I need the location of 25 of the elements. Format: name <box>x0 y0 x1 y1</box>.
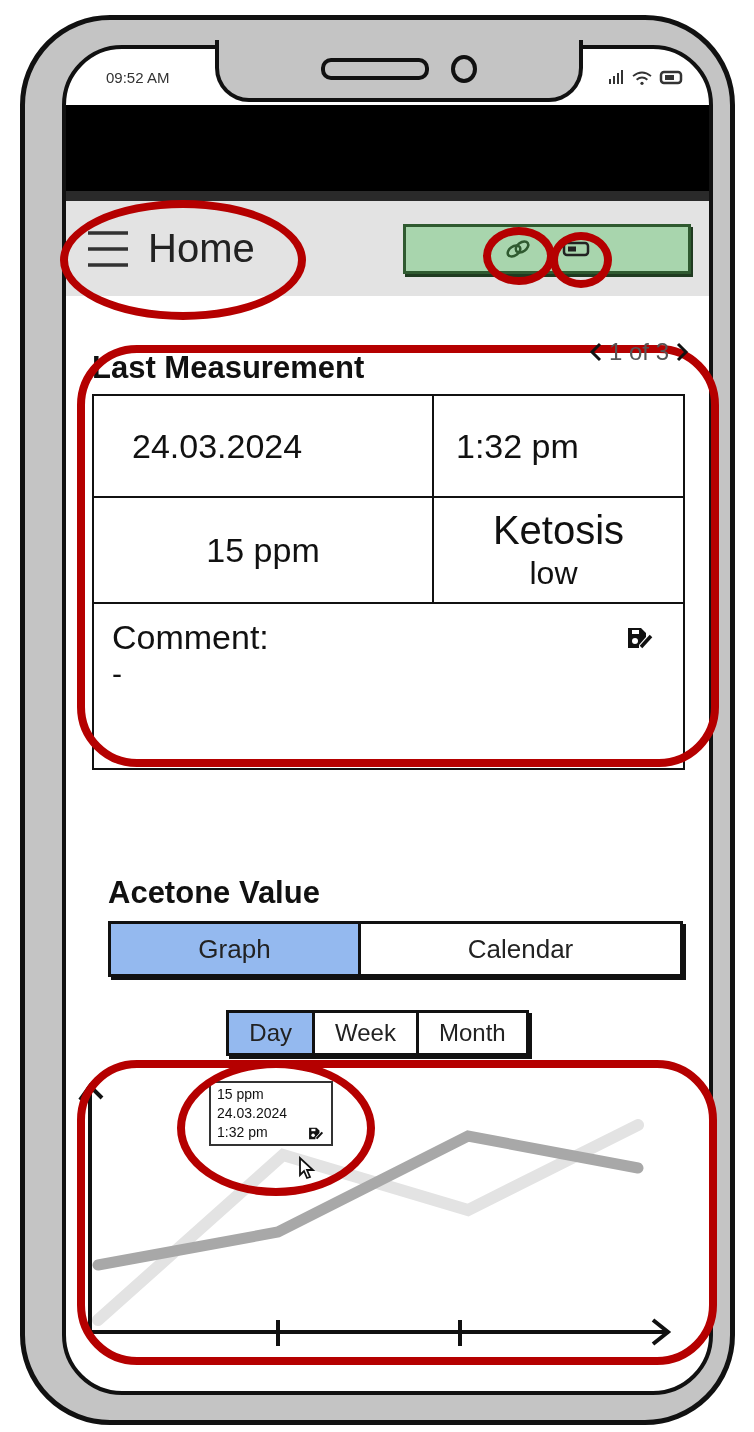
edit-icon[interactable] <box>307 1126 325 1141</box>
comment-label: Comment: <box>112 618 269 657</box>
signal-icon <box>607 69 625 85</box>
section-title: Acetone Value <box>108 875 321 911</box>
cursor-icon <box>298 1156 316 1180</box>
comment-text: - <box>112 657 123 691</box>
value-cell: 15 ppm <box>94 498 434 602</box>
link-icon[interactable] <box>504 237 532 260</box>
tooltip-text: 1:32 pm <box>217 1123 268 1142</box>
annotation-ring <box>550 232 612 288</box>
view-tab[interactable]: Graph <box>111 924 361 974</box>
tooltip-text: 24.03.2024 <box>217 1104 288 1123</box>
previous-icon[interactable] <box>588 342 603 362</box>
battery-icon[interactable] <box>562 239 590 258</box>
status-time: 09:52 AM <box>106 68 170 86</box>
state-level: low <box>529 555 578 592</box>
annotation-ring <box>483 227 555 285</box>
range-tab[interactable]: Day <box>229 1013 316 1053</box>
date-cell: 24.03.2024 <box>94 396 434 496</box>
time-cell-text: 1:32 pm <box>455 425 580 467</box>
next-icon[interactable] <box>675 342 689 362</box>
state-label: Ketosis <box>492 508 625 553</box>
tooltip-text: 15 ppm <box>217 1085 264 1104</box>
battery-icon <box>659 69 683 85</box>
page-title: Home <box>148 226 255 271</box>
